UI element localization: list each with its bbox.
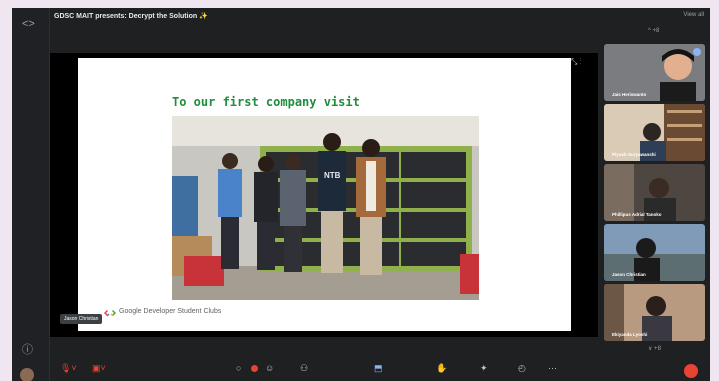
- meeting-title: GDSC MAIT presents: Decrypt the Solution…: [54, 13, 208, 20]
- speaking-indicator-icon: [693, 48, 701, 56]
- end-call-button[interactable]: [684, 364, 698, 378]
- notification-badge: [251, 365, 258, 372]
- camera-off-icon[interactable]: ▣˅: [92, 363, 106, 374]
- slide: To our first company visit NTB Google De…: [78, 58, 571, 331]
- slide-tools[interactable]: ⤡ ⋮: [571, 57, 582, 67]
- scroll-down-button[interactable]: ∨ +8: [648, 345, 661, 352]
- timer-icon[interactable]: ◴: [518, 363, 526, 374]
- raise-hand-icon[interactable]: ✋: [436, 363, 447, 374]
- shirt-text: NTB: [324, 171, 341, 180]
- participant-name: Ekiyanda Lyoshi: [612, 332, 648, 337]
- meeting-toolbar: 🎙˅ ▣˅ ○ ☺ ⚇ ⬒ ✋ ✦ ◴ ⋯: [12, 360, 710, 381]
- left-rail: <> ⓘ: [12, 8, 50, 381]
- participant-name: Phillipus Adrial Tanoko: [612, 212, 662, 217]
- view-all-link[interactable]: View all: [683, 12, 704, 18]
- present-icon[interactable]: ⬒: [374, 363, 383, 374]
- mic-off-icon[interactable]: 🎙˅: [60, 363, 77, 374]
- participant-tile[interactable]: Phillipus Adrial Tanoko: [604, 164, 705, 221]
- participant-tile[interactable]: Piyush Suryawanshi: [604, 104, 705, 161]
- meeting-window: <> ⓘ GDSC MAIT presents: Decrypt the Sol…: [12, 8, 710, 381]
- emoji-icon[interactable]: ☺: [265, 363, 274, 373]
- effects-icon[interactable]: ✦: [480, 363, 488, 374]
- presentation-stage: To our first company visit NTB Google De…: [50, 53, 598, 337]
- more-icon[interactable]: ⋯: [548, 363, 557, 374]
- gdsc-logo-icon: [104, 310, 116, 317]
- participant-name: Jason Christian: [612, 272, 646, 277]
- gdsc-brand-text: Google Developer Student Clubs: [119, 308, 222, 315]
- chat-icon[interactable]: ○: [236, 363, 241, 373]
- participant-name: Piyush Suryawanshi: [612, 152, 656, 157]
- participant-tile[interactable]: Jais Heriswanto: [604, 44, 705, 101]
- slide-title: To our first company visit: [172, 95, 360, 109]
- people-icon[interactable]: ⚇: [300, 363, 308, 374]
- speaker-label: Jason Christian: [60, 314, 103, 324]
- participant-tile[interactable]: Jason Christian: [604, 224, 705, 281]
- participant-name: Jais Heriswanto: [612, 92, 647, 97]
- participant-tile[interactable]: Ekiyanda Lyoshi: [604, 284, 705, 341]
- code-icon[interactable]: <>: [22, 18, 35, 30]
- group-photo: NTB: [172, 116, 479, 300]
- info-icon[interactable]: ⓘ: [22, 341, 33, 357]
- scroll-up-button[interactable]: ^ +8: [648, 28, 659, 34]
